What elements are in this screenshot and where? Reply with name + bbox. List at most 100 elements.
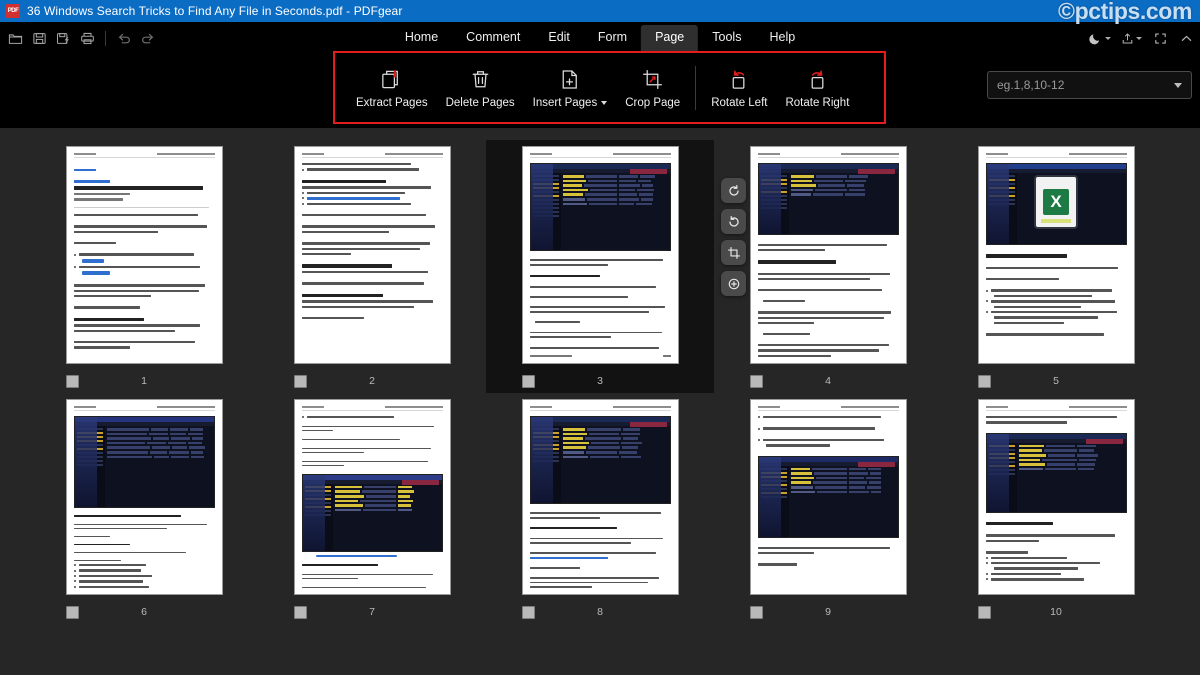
thumbnail-footer-10: 10: [977, 604, 1135, 620]
page-tools-highlight-group: Extract Pages Delete Pages Insert Pages …: [333, 51, 886, 124]
fullscreen-icon[interactable]: [1153, 31, 1168, 46]
page-thumbnail-6[interactable]: [65, 399, 223, 595]
print-icon[interactable]: [76, 27, 98, 49]
menu-item-page[interactable]: Page: [641, 25, 699, 51]
rotate-right-action-icon[interactable]: [721, 209, 746, 234]
thumbnail-cell-7[interactable]: 7: [258, 393, 486, 624]
pdf-file-icon: PDF: [6, 4, 20, 18]
page-screenshot-8: [529, 416, 671, 504]
menu-item-home[interactable]: Home: [391, 25, 452, 51]
redo-icon[interactable]: [137, 27, 159, 49]
crop-page-button[interactable]: Crop Page: [616, 62, 689, 113]
thumbnail-cell-6[interactable]: 6: [30, 393, 258, 624]
ribbon-divider: [695, 65, 697, 110]
page-screenshot-9: [757, 455, 899, 538]
page-thumbnail-3[interactable]: [521, 146, 679, 364]
page-screenshot-3: [529, 163, 671, 251]
page-thumbnail-7[interactable]: [293, 399, 451, 595]
page-thumbnail-5[interactable]: X: [977, 146, 1135, 364]
extract-pages-button[interactable]: Extract Pages: [347, 62, 437, 113]
thumbnail-footer-9: 9: [749, 604, 907, 620]
menu-bar: Home Comment Edit Form Page Tools Help: [0, 22, 1200, 54]
thumbnail-footer-5: 5: [977, 373, 1135, 389]
thumbnail-cell-8[interactable]: 8: [486, 393, 714, 624]
menu-item-comment[interactable]: Comment: [452, 25, 534, 51]
thumbnail-footer-7: 7: [293, 604, 451, 620]
thumbnail-cell-5[interactable]: X 5: [942, 140, 1170, 393]
chevron-down-icon[interactable]: [1174, 82, 1182, 88]
window-controls: [1088, 30, 1200, 46]
open-file-icon[interactable]: [4, 27, 26, 49]
thumbnail-cell-10[interactable]: 10: [942, 393, 1170, 624]
thumbnail-cell-9[interactable]: 9: [714, 393, 942, 624]
insert-pages-icon: [557, 66, 582, 92]
page-thumbnail-8[interactable]: [521, 399, 679, 595]
page-thumbnail-2[interactable]: [293, 146, 451, 364]
page-number-1: 1: [141, 375, 147, 387]
rotate-right-label: Rotate Right: [785, 97, 850, 109]
delete-pages-label: Delete Pages: [445, 97, 515, 109]
thumbnail-cell-1[interactable]: 1: [30, 140, 258, 393]
page-thumbnail-10[interactable]: [977, 399, 1135, 595]
insert-pages-button[interactable]: Insert Pages: [524, 62, 617, 113]
thumbnail-cell-3[interactable]: 3: [486, 140, 746, 393]
window-title: 36 Windows Search Tricks to Find Any Fil…: [27, 4, 403, 18]
main-menu: Home Comment Edit Form Page Tools Help: [391, 22, 809, 54]
collapse-ribbon-chevron-up-icon[interactable]: [1179, 31, 1194, 46]
thumbnail-grid: 1 2 3 4 X 5 6 7 8 9 10: [0, 128, 1200, 624]
thumbnail-footer-2: 2: [293, 373, 451, 389]
quick-access-toolbar: [0, 27, 159, 49]
save-icon[interactable]: [28, 27, 50, 49]
share-chevron-down-icon[interactable]: [1136, 36, 1142, 40]
page-screenshot-4: [757, 163, 899, 235]
page-thumbnail-9[interactable]: [749, 399, 907, 595]
excel-file-icon: X: [1036, 177, 1076, 228]
rotate-left-action-icon[interactable]: [721, 178, 746, 203]
crop-page-label: Crop Page: [625, 97, 681, 109]
page-screenshot-5: X: [985, 163, 1127, 245]
page-number-6: 6: [141, 606, 147, 618]
dark-mode-chevron-down-icon[interactable]: [1105, 36, 1111, 40]
page-number-9: 9: [825, 606, 831, 618]
rotate-left-icon: [727, 66, 752, 92]
menu-item-tools[interactable]: Tools: [698, 25, 755, 51]
page-screenshot-10: [985, 432, 1127, 513]
toolbar-divider: [105, 30, 106, 46]
thumbnail-footer-3: 3: [521, 373, 679, 389]
delete-pages-button[interactable]: Delete Pages: [437, 62, 524, 113]
page-range-input[interactable]: eg.1,8,10-12: [987, 71, 1192, 99]
dark-mode-moon-icon[interactable]: [1088, 30, 1111, 46]
rotate-left-label: Rotate Left: [711, 97, 768, 109]
page-number-8: 8: [597, 606, 603, 618]
insert-pages-label-wrap: Insert Pages: [533, 97, 608, 109]
title-bar: PDF 36 Windows Search Tricks to Find Any…: [0, 0, 1200, 22]
page-number-5: 5: [1053, 375, 1059, 387]
crop-page-icon: [640, 66, 665, 92]
save-as-icon[interactable]: [52, 27, 74, 49]
thumbnail-cell-2[interactable]: 2: [258, 140, 486, 393]
thumbnail-footer-4: 4: [749, 373, 907, 389]
thumbnail-cell-4[interactable]: 4: [714, 140, 942, 393]
page-thumbnail-1[interactable]: [65, 146, 223, 364]
rotate-left-button[interactable]: Rotate Left: [702, 62, 776, 113]
thumbnail-footer-8: 8: [521, 604, 679, 620]
crop-action-icon[interactable]: [721, 240, 746, 265]
rotate-right-button[interactable]: Rotate Right: [776, 62, 858, 113]
thumbnail-panel[interactable]: 1 2 3 4 X 5 6 7 8 9 10: [0, 128, 1200, 675]
undo-icon[interactable]: [113, 27, 135, 49]
menu-item-form[interactable]: Form: [584, 25, 641, 51]
thumbnail-footer-1: 1: [65, 373, 223, 389]
insert-pages-chevron-down-icon[interactable]: [601, 101, 608, 105]
zoom-in-action-icon[interactable]: [721, 271, 746, 296]
page-number-7: 7: [369, 606, 375, 618]
page-number-10: 10: [1050, 606, 1062, 618]
page-ribbon: Extract Pages Delete Pages Insert Pages …: [0, 51, 1200, 128]
page-range-placeholder: eg.1,8,10-12: [997, 78, 1065, 92]
page-thumbnail-4[interactable]: [749, 146, 907, 364]
page-screenshot-7: [301, 473, 443, 552]
delete-pages-trash-icon: [468, 66, 493, 92]
rotate-right-icon: [805, 66, 830, 92]
menu-item-help[interactable]: Help: [755, 25, 809, 51]
menu-item-edit[interactable]: Edit: [534, 25, 584, 51]
share-upload-icon[interactable]: [1120, 31, 1142, 46]
